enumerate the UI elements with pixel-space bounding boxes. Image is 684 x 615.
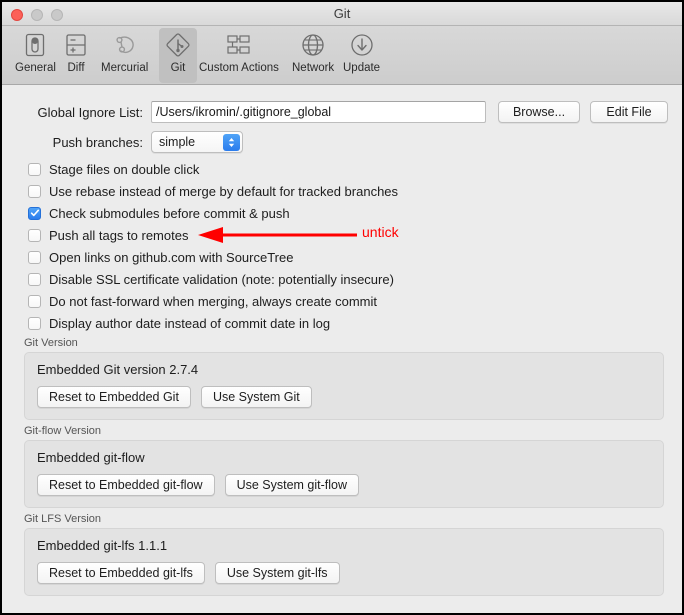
group-body: Embedded git-lfs 1.1.1 Reset to Embedded… xyxy=(24,528,664,596)
git-preferences-pane: Global Ignore List: /Users/ikromin/.giti… xyxy=(2,85,682,613)
update-icon xyxy=(343,28,380,62)
annotation-label: untick xyxy=(362,224,399,240)
git-icon xyxy=(164,28,192,62)
checkbox-label: Disable SSL certificate validation (note… xyxy=(49,271,394,287)
toolbar-item-network[interactable]: Network xyxy=(287,28,339,83)
checkbox-label: Use rebase instead of merge by default f… xyxy=(49,183,399,199)
toolbar-item-mercurial[interactable]: Mercurial xyxy=(96,28,153,83)
git-lfs-version-text: Embedded git-lfs 1.1.1 xyxy=(37,538,168,553)
reset-to-embedded-git-lfs-button[interactable]: Reset to Embedded git-lfs xyxy=(37,562,205,584)
group-title: Git Version xyxy=(24,337,78,349)
toolbar-item-label: Diff xyxy=(67,62,85,74)
toolbar-item-git[interactable]: Git xyxy=(159,28,197,83)
group-body: Embedded git-flow Reset to Embedded git-… xyxy=(24,440,664,508)
network-icon xyxy=(292,28,334,62)
push-branches-select[interactable]: simple xyxy=(151,131,243,153)
global-ignore-input[interactable]: /Users/ikromin/.gitignore_global xyxy=(151,101,486,123)
diff-icon xyxy=(64,28,88,62)
push-branches-row: Push branches: simple xyxy=(28,131,243,153)
checkbox-label: Stage files on double click xyxy=(49,161,200,177)
checkbox-disable-ssl-certificate-validation[interactable]: Disable SSL certificate validation (note… xyxy=(28,271,394,287)
toolbar-item-label: Network xyxy=(292,62,335,74)
git-lfs-version-group: Git LFS Version Embedded git-lfs 1.1.1 R… xyxy=(24,513,664,596)
checkmark-icon xyxy=(30,209,39,217)
use-system-git-button[interactable]: Use System Git xyxy=(200,386,312,408)
toolbar-item-label: Mercurial xyxy=(101,62,149,74)
checkbox-check-submodules-before-commit[interactable]: Check submodules before commit & push xyxy=(28,205,290,221)
edit-file-button[interactable]: Edit File xyxy=(590,101,668,123)
checkbox-label: Push all tags to remotes xyxy=(49,227,189,243)
toolbar-item-update[interactable]: Update xyxy=(338,28,385,83)
push-branches-label: Push branches: xyxy=(52,134,143,150)
group-buttons: Reset to Embedded Git Use System Git xyxy=(37,386,651,408)
checkbox-push-all-tags-to-remotes[interactable]: Push all tags to remotes xyxy=(28,227,188,243)
toolbar-item-custom-actions[interactable]: Custom Actions xyxy=(194,28,284,83)
global-ignore-row: Global Ignore List: /Users/ikromin/.giti… xyxy=(28,101,668,123)
checkbox-box[interactable] xyxy=(28,272,41,286)
reset-to-embedded-git-button[interactable]: Reset to Embedded Git xyxy=(37,386,191,408)
chevron-updown-icon xyxy=(223,134,240,151)
checkbox-display-author-date-instead-of-commit-date[interactable]: Display author date instead of commit da… xyxy=(28,315,330,331)
checkbox-stage-files-on-double-click[interactable]: Stage files on double click xyxy=(28,161,199,177)
group-buttons: Reset to Embedded git-flow Use System gi… xyxy=(37,474,651,496)
browse-button[interactable]: Browse... xyxy=(498,101,580,123)
checkbox-box[interactable] xyxy=(28,184,41,198)
preferences-toolbar: General Diff Mercurial Git Custom Action… xyxy=(2,26,682,85)
toolbar-item-label: Custom Actions xyxy=(199,62,279,74)
checkbox-label: Open links on github.com with SourceTree xyxy=(49,249,294,265)
toolbar-item-diff[interactable]: Diff xyxy=(59,28,93,83)
use-system-git-lfs-button[interactable]: Use System git-lfs xyxy=(214,562,340,584)
git-flow-version-group: Git-flow Version Embedded git-flow Reset… xyxy=(24,425,664,508)
group-title: Git LFS Version xyxy=(24,513,102,525)
checkbox-box[interactable] xyxy=(28,162,41,176)
group-body: Embedded Git version 2.7.4 Reset to Embe… xyxy=(24,352,664,420)
toolbar-item-label: Update xyxy=(343,62,381,74)
reset-to-embedded-git-flow-button[interactable]: Reset to Embedded git-flow xyxy=(37,474,215,496)
group-title: Git-flow Version xyxy=(24,425,102,437)
use-system-git-flow-button[interactable]: Use System git-flow xyxy=(224,474,360,496)
custom-actions-icon xyxy=(199,28,279,62)
checkbox-box[interactable] xyxy=(28,206,41,220)
window-title: Git xyxy=(333,6,351,21)
checkbox-label: Do not fast-forward when merging, always… xyxy=(49,293,378,309)
checkbox-use-rebase-instead-of-merge[interactable]: Use rebase instead of merge by default f… xyxy=(28,183,398,199)
preferences-window: Git General Diff Mercurial Git Custom Ac… xyxy=(0,0,684,615)
checkbox-open-links-on-github-with-sourcetree[interactable]: Open links on github.com with SourceTree xyxy=(28,249,293,265)
toolbar-item-label: Git xyxy=(170,62,186,74)
git-version-text: Embedded Git version 2.7.4 xyxy=(37,362,199,377)
global-ignore-label: Global Ignore List: xyxy=(37,104,143,120)
git-flow-version-text: Embedded git-flow xyxy=(37,450,145,465)
toolbar-item-general[interactable]: General xyxy=(10,28,61,83)
git-version-group: Git Version Embedded Git version 2.7.4 R… xyxy=(24,337,664,420)
group-buttons: Reset to Embedded git-lfs Use System git… xyxy=(37,562,651,584)
checkbox-box[interactable] xyxy=(28,250,41,264)
checkbox-box[interactable] xyxy=(28,294,41,308)
checkbox-box[interactable] xyxy=(28,228,41,242)
mercurial-icon xyxy=(101,28,148,62)
checkbox-label: Display author date instead of commit da… xyxy=(49,315,331,331)
toolbar-item-label: General xyxy=(15,62,56,74)
checkbox-label: Check submodules before commit & push xyxy=(49,205,290,221)
window-titlebar: Git xyxy=(2,2,682,26)
checkbox-do-not-fast-forward-when-merging[interactable]: Do not fast-forward when merging, always… xyxy=(28,293,377,309)
general-icon xyxy=(15,28,56,62)
checkbox-box[interactable] xyxy=(28,316,41,330)
push-branches-value: simple xyxy=(159,135,196,149)
